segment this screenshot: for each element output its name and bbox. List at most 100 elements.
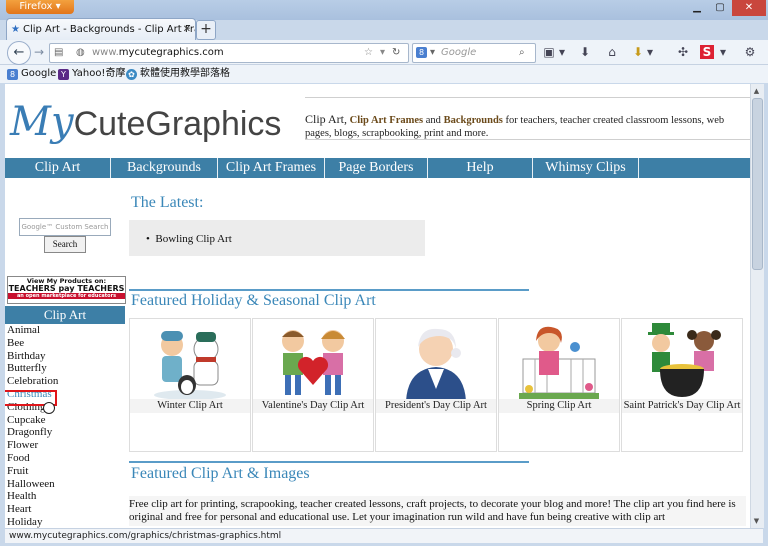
spring-clipart-icon	[519, 326, 599, 399]
card-label: Valentine's Day Clip Art	[253, 399, 373, 413]
addon-s-dropdown-icon[interactable]: ▾	[718, 43, 728, 61]
saint-patricks-clipart-icon	[648, 323, 721, 397]
new-tab-button[interactable]: +	[196, 20, 216, 40]
status-url: www.mycutegraphics.com/graphics/christma…	[9, 531, 282, 541]
bookmark-label: 軟體使用教學部落格	[140, 68, 230, 79]
sidebar-item-bee[interactable]: Bee	[7, 337, 125, 350]
menu-clip-art[interactable]: Clip Art	[5, 158, 111, 178]
tagline-frames-link[interactable]: Clip Art Frames	[350, 115, 424, 126]
page-viewport: MyCuteGraphics Clip Art, Clip Art Frames…	[5, 84, 750, 528]
scroll-down-icon[interactable]: ▼	[752, 516, 761, 526]
section-rule	[129, 461, 529, 463]
google-engine-icon[interactable]: 8	[416, 47, 427, 58]
card-label: Spring Clip Art	[499, 399, 619, 413]
puzzle-icon[interactable]: ✣	[674, 43, 692, 61]
menu-backgrounds[interactable]: Backgrounds	[111, 158, 218, 178]
sidebar-item-celebration[interactable]: Celebration	[7, 375, 125, 388]
url-domain: mycutegraphics.com	[118, 47, 224, 58]
sidebar-item-holiday[interactable]: Holiday	[7, 516, 125, 528]
toolbar-dropdown-icon[interactable]: ▾	[557, 43, 567, 61]
card-valentines[interactable]: Valentine's Day Clip Art	[252, 318, 374, 452]
screenshot-icon[interactable]: ▣	[540, 43, 558, 61]
scroll-up-icon[interactable]: ▲	[752, 86, 761, 96]
forward-arrow-icon[interactable]: →	[31, 44, 47, 60]
bookmark-blog[interactable]: ✿ 軟體使用教學部落格	[126, 65, 230, 83]
back-arrow-icon[interactable]: ←	[7, 41, 31, 65]
sidebar-item-butterfly[interactable]: Butterfly	[7, 362, 125, 375]
search-placeholder: Google	[441, 47, 477, 58]
card-label: Saint Patrick's Day Clip Art	[622, 399, 742, 413]
bookmark-label: Yahoo!奇摩	[72, 68, 126, 79]
intro-paragraph: Free clip art for printing, scrapooking,…	[129, 496, 746, 526]
search-icon[interactable]: ⌕	[519, 44, 525, 62]
google-icon: 8	[7, 69, 18, 80]
custom-search-input[interactable]: Google™ Custom Search	[19, 218, 111, 236]
sidebar-item-halloween[interactable]: Halloween	[7, 478, 125, 491]
sidebar-item-birthday[interactable]: Birthday	[7, 350, 125, 363]
card-presidents[interactable]: President's Day Clip Art	[375, 318, 497, 452]
tab-close-icon[interactable]: ✕	[183, 19, 191, 40]
section-rule	[129, 289, 529, 291]
tagline-backgrounds-link[interactable]: Backgrounds	[444, 115, 503, 126]
card-saint-patricks[interactable]: Saint Patrick's Day Clip Art	[621, 318, 743, 452]
sidebar-item-food[interactable]: Food	[7, 452, 125, 465]
menu-help[interactable]: Help	[428, 158, 533, 178]
card-label: President's Day Clip Art	[376, 399, 496, 413]
mouse-cursor	[43, 402, 55, 414]
gear-icon[interactable]: ⚙	[741, 43, 759, 61]
search-button[interactable]: Search	[44, 236, 86, 253]
featured-images-heading: Featured Clip Art & Images	[131, 465, 310, 482]
page-icon: ▤	[54, 47, 64, 58]
reload-icon[interactable]: ↻	[392, 44, 400, 62]
card-label: Winter Clip Art	[130, 399, 250, 413]
globe-icon: ◍	[76, 47, 85, 58]
menu-clip-art-frames[interactable]: Clip Art Frames	[218, 158, 325, 178]
scrollbar-thumb[interactable]	[752, 98, 763, 270]
dropdown-arrow-icon[interactable]: ▾	[380, 44, 385, 62]
sidebar-item-health[interactable]: Health	[7, 490, 125, 503]
url-prefix: www.	[92, 47, 119, 58]
home-icon[interactable]: ⌂	[603, 43, 621, 61]
close-window-icon[interactable]: ✕	[732, 0, 766, 16]
header-divider-top	[305, 97, 750, 98]
bookmark-yahoo[interactable]: Y Yahoo!奇摩	[58, 65, 125, 83]
menu-whimsy-clips[interactable]: Whimsy Clips	[533, 158, 639, 178]
bookmark-star-icon[interactable]: ☆	[364, 44, 373, 62]
tab-clip-art[interactable]: ★Clip Art - Backgrounds - Clip Art Fram.…	[6, 18, 196, 40]
winter-clipart-icon	[154, 331, 226, 400]
sidebar-item-flower[interactable]: Flower	[7, 439, 125, 452]
search-bar[interactable]: 8 ▾ Google ⌕	[412, 43, 536, 63]
minimize-icon[interactable]: ▁	[686, 0, 708, 16]
firefox-menu-button[interactable]: Firefox ▾	[6, 0, 74, 14]
tpt-line3: an open marketplace for educators	[8, 293, 125, 299]
latest-item[interactable]: • Bowling Clip Art	[146, 233, 232, 245]
site-logo[interactable]: MyCuteGraphics	[10, 99, 281, 145]
sidebar-item-dragonfly[interactable]: Dragonfly	[7, 426, 125, 439]
valentine-clipart-icon	[282, 330, 345, 395]
sidebar-item-animal[interactable]: Animal	[7, 324, 125, 337]
sidebar-heading: Clip Art	[5, 306, 125, 324]
addon-dropdown-icon[interactable]: ▾	[645, 43, 655, 61]
sidebar-item-cupcake[interactable]: Cupcake	[7, 414, 125, 427]
tab-favicon-star-icon: ★	[11, 24, 20, 35]
card-winter[interactable]: Winter Clip Art	[129, 318, 251, 452]
window-titlebar	[0, 0, 768, 20]
header-divider-bottom	[305, 139, 750, 140]
bookmark-google[interactable]: 8 Google	[7, 65, 56, 83]
latest-item-label: Bowling Clip Art	[155, 233, 232, 245]
download-icon[interactable]: ⬇	[576, 43, 594, 61]
maximize-icon[interactable]: ▢	[709, 0, 731, 16]
teachers-pay-teachers-banner[interactable]: View My Products on: TEACHERS pay TEACHE…	[7, 276, 126, 304]
url-bar[interactable]: ▤ ◍ www.mycutegraphics.com ☆ ▾ ↻	[49, 43, 409, 63]
addon-s-icon[interactable]: S	[700, 45, 714, 59]
presidents-clipart-icon	[406, 328, 466, 401]
sidebar-item-fruit[interactable]: Fruit	[7, 465, 125, 478]
tagline-clip-art: Clip Art,	[305, 112, 348, 126]
engine-dropdown-icon[interactable]: ▾	[430, 44, 435, 62]
logo-rest: CuteGraphics	[73, 105, 282, 143]
card-spring[interactable]: Spring Clip Art	[498, 318, 620, 452]
blog-icon: ✿	[126, 69, 137, 80]
latest-heading: The Latest:	[131, 194, 204, 211]
menu-page-borders[interactable]: Page Borders	[325, 158, 428, 178]
sidebar-item-heart[interactable]: Heart	[7, 503, 125, 516]
